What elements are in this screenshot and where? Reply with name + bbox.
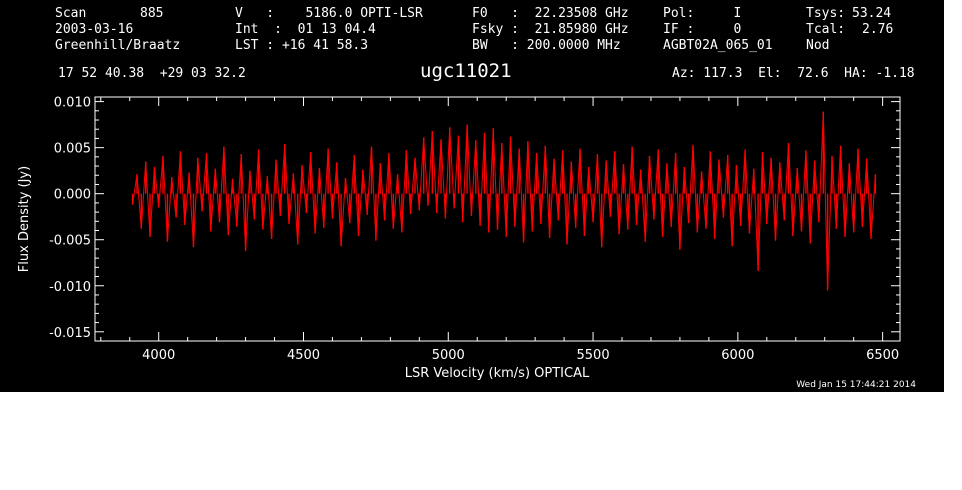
y-tick-label: -0.010 [49,280,91,295]
y-tick-label: 0.005 [54,142,91,157]
y-tick-label: 0.010 [54,96,91,111]
x-tick-label: 6000 [721,348,754,363]
spectrum-plot: 4000 4500 5000 5500 6000 6500 0.010 0.005 0.000 -… [17,96,901,381]
x-tick-label: 4000 [142,348,175,363]
y-tick-label: 0.000 [54,188,91,203]
axes-layer: 4000 4500 5000 5500 6000 6500 0.010 0.005 0.000 -… [49,96,901,363]
spectrum-trace-layer [131,111,877,291]
x-tick-label: 6500 [866,348,899,363]
x-tick-label: 5000 [432,348,465,363]
x-tick-label: 4500 [287,348,320,363]
y-tick-label: -0.005 [49,234,91,249]
x-tick-label: 5500 [577,348,610,363]
x-axis-title: LSR Velocity (km/s) OPTICAL [405,366,590,381]
timestamp: Wed Jan 15 17:44:21 2014 [796,380,916,390]
spectrum-line [132,111,876,291]
y-tick-label: -0.015 [49,326,91,341]
y-axis-title: Flux Density (Jy) [17,166,32,272]
